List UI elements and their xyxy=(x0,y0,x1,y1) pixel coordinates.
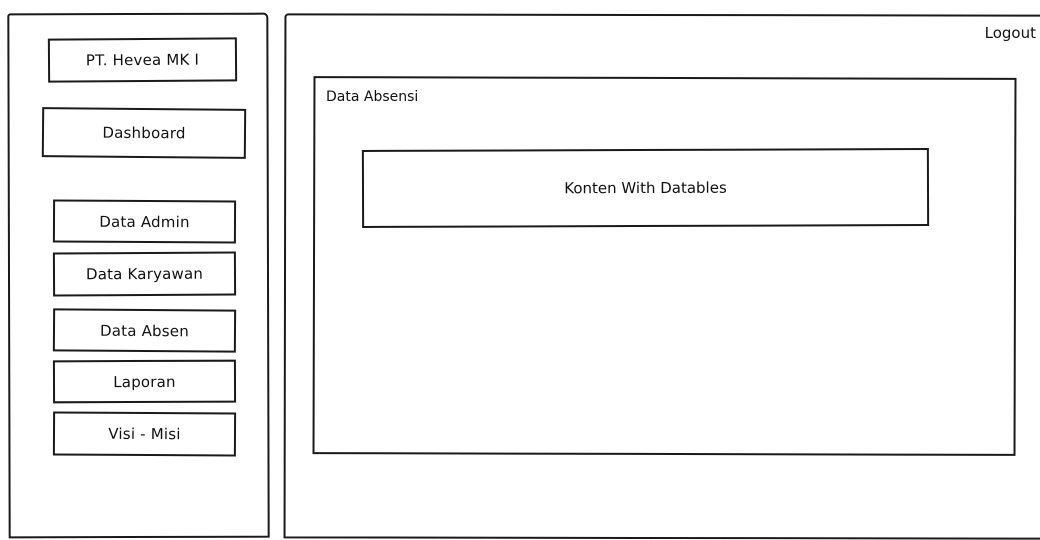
sidebar-item-label: Data Absen xyxy=(99,321,190,340)
sidebar-item-label: Data Karyawan xyxy=(85,264,204,284)
sidebar-item-label: Dashboard xyxy=(102,123,186,143)
sidebar-item-label: Data Admin xyxy=(99,212,190,231)
sidebar-item-data-admin[interactable]: Data Admin xyxy=(52,199,237,244)
sidebar-item-label: Laporan xyxy=(113,372,176,391)
sidebar-item-data-karyawan[interactable]: Data Karyawan xyxy=(52,251,237,297)
datatable-placeholder: Konten With Datables xyxy=(361,148,930,228)
content-card xyxy=(312,76,1017,456)
brand-title: PT. Hevea MK I xyxy=(85,50,200,70)
brand-title-box: PT. Hevea MK I xyxy=(47,37,238,83)
sidebar-item-dashboard[interactable]: Dashboard xyxy=(41,107,247,159)
page-title: Data Absensi xyxy=(326,89,419,105)
sidebar-item-laporan[interactable]: Laporan xyxy=(52,359,237,404)
logout-link[interactable]: Logout xyxy=(985,24,1036,42)
sidebar-item-visi-misi[interactable]: Visi - Misi xyxy=(52,411,237,457)
sidebar-item-data-absen[interactable]: Data Absen xyxy=(52,308,237,353)
sidebar-item-label: Visi - Misi xyxy=(108,424,181,444)
datatable-placeholder-label: Konten With Datables xyxy=(564,178,727,198)
